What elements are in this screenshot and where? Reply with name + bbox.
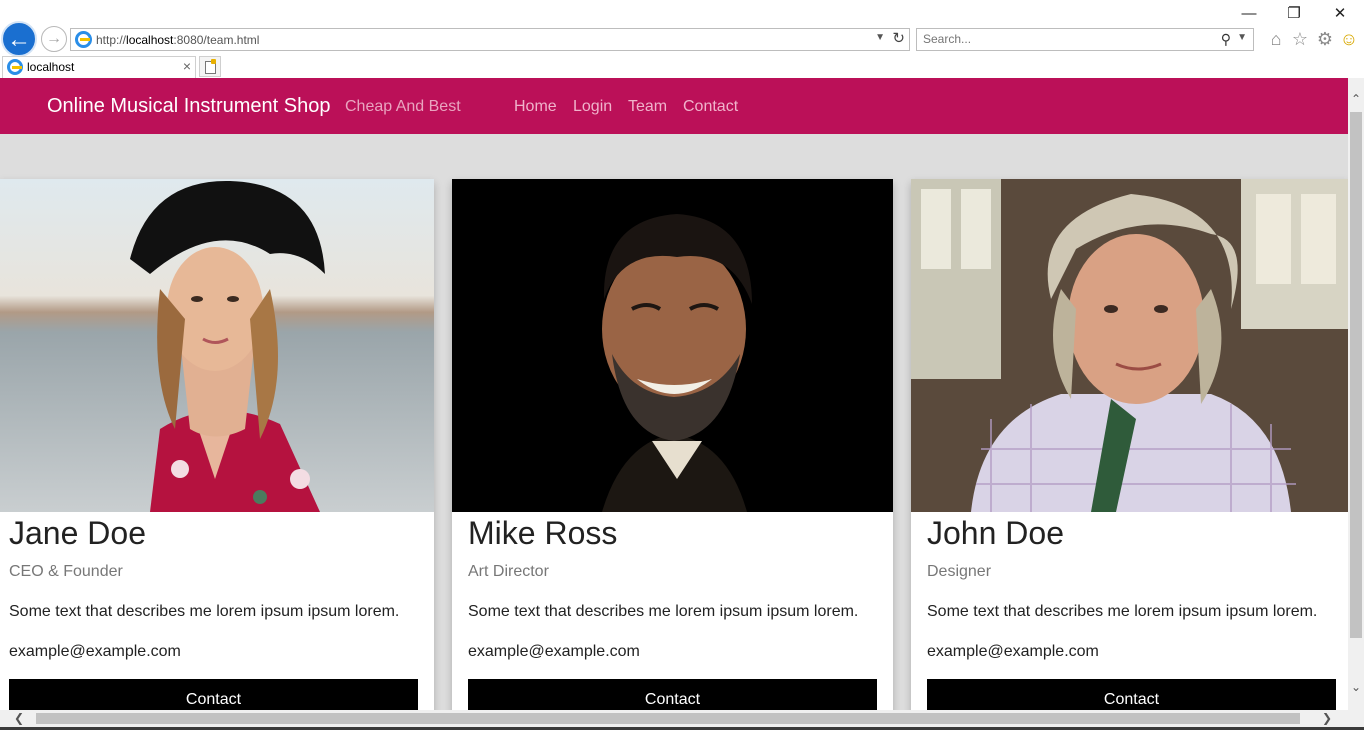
page-viewport: Online Musical Instrument Shop Cheap And… [0, 78, 1348, 710]
favorites-star-icon[interactable]: ☆ [1289, 28, 1311, 50]
site-favicon-icon [75, 31, 92, 48]
nav-link-contact[interactable]: Contact [683, 98, 738, 116]
member-role: CEO & Founder [9, 563, 123, 580]
team-photo-jane [0, 179, 434, 512]
vertical-scroll-thumb[interactable] [1350, 112, 1362, 638]
url-text[interactable]: http://localhost:8080/team.html [96, 33, 259, 47]
address-dropdown-icon[interactable]: ▼ [875, 32, 885, 43]
member-role: Art Director [468, 563, 549, 580]
browser-tab[interactable]: localhost × [2, 56, 196, 78]
new-tab-button[interactable] [199, 56, 221, 77]
team-card-mike: Mike Ross Art Director Some text that de… [452, 179, 893, 710]
minimize-icon[interactable]: — [1229, 4, 1269, 24]
vertical-scrollbar[interactable]: ⌃ ⌄ [1348, 78, 1364, 710]
feedback-smiley-icon[interactable]: ☺ [1338, 28, 1360, 50]
refresh-icon[interactable]: ↻ [892, 29, 905, 47]
member-email: example@example.com [927, 643, 1099, 660]
site-navbar: Online Musical Instrument Shop Cheap And… [0, 78, 1348, 134]
member-description: Some text that describes me lorem ipsum … [468, 603, 859, 620]
search-box[interactable]: ⚲ ▼ [916, 28, 1254, 51]
home-icon[interactable]: ⌂ [1265, 28, 1287, 50]
address-bar[interactable]: http://localhost:8080/team.html ▼ ↻ [70, 28, 910, 51]
member-name: Mike Ross [468, 515, 618, 551]
scroll-right-icon[interactable]: ❯ [1318, 710, 1336, 727]
horizontal-scroll-thumb[interactable] [36, 713, 1300, 724]
contact-button-john[interactable]: Contact [927, 679, 1336, 710]
team-card-john: John Doe Designer Some text that describ… [911, 179, 1348, 710]
scrollbar-corner [1348, 710, 1364, 727]
horizontal-scrollbar[interactable]: ❮ ❯ [0, 710, 1348, 727]
settings-gear-icon[interactable]: ⚙ [1314, 28, 1336, 50]
restore-icon[interactable]: ❐ [1274, 4, 1314, 24]
forward-button[interactable]: → [41, 26, 67, 52]
scroll-left-icon[interactable]: ❮ [10, 710, 28, 727]
contact-button-jane[interactable]: Contact [9, 679, 418, 710]
browser-chrome: — ❐ ✕ ← → http://localhost:8080/team.htm… [0, 0, 1364, 78]
member-role: Designer [927, 563, 992, 580]
member-email: example@example.com [468, 643, 640, 660]
tab-favicon-icon [7, 59, 23, 75]
member-name: Jane Doe [9, 515, 146, 551]
team-photo-mike [452, 179, 893, 512]
tab-close-icon[interactable]: × [183, 58, 191, 74]
member-description: Some text that describes me lorem ipsum … [927, 603, 1318, 620]
team-card-jane: Jane Doe CEO & Founder Some text that de… [0, 179, 434, 710]
close-icon[interactable]: ✕ [1320, 4, 1360, 24]
nav-link-home[interactable]: Home [514, 98, 557, 116]
scroll-up-icon[interactable]: ⌃ [1348, 90, 1364, 108]
member-email: example@example.com [9, 643, 181, 660]
search-icon[interactable]: ⚲ [1221, 31, 1231, 48]
site-brand[interactable]: Online Musical Instrument Shop [47, 95, 330, 118]
tab-title: localhost [27, 60, 75, 74]
contact-button-mike[interactable]: Contact [468, 679, 877, 710]
member-name: John Doe [927, 515, 1064, 551]
scroll-down-icon[interactable]: ⌄ [1348, 678, 1364, 696]
search-input[interactable] [923, 32, 1203, 46]
search-dropdown-icon[interactable]: ▼ [1237, 32, 1247, 43]
member-description: Some text that describes me lorem ipsum … [9, 603, 400, 620]
back-button[interactable]: ← [1, 21, 37, 57]
nav-link-login[interactable]: Login [573, 98, 612, 116]
site-tagline: Cheap And Best [345, 98, 461, 115]
team-photo-john [911, 179, 1348, 512]
nav-link-team[interactable]: Team [628, 98, 667, 116]
